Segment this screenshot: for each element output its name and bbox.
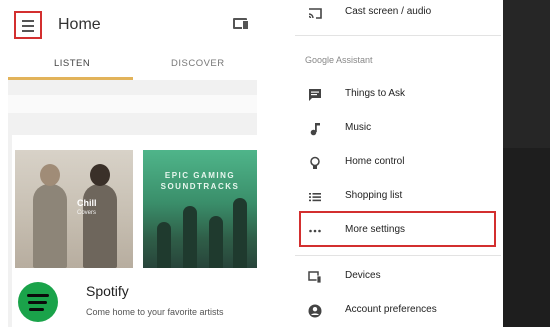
divider xyxy=(295,255,501,256)
music-note-icon xyxy=(310,123,320,136)
devices-icon xyxy=(308,271,322,284)
drawer-item-label: Music xyxy=(345,122,372,133)
drawer-item-account-preferences[interactable]: Account preferences xyxy=(295,298,501,324)
tab-discover[interactable]: DISCOVER xyxy=(171,58,225,69)
tab-indicator xyxy=(8,77,133,80)
drawer-item-devices[interactable]: Devices xyxy=(295,264,501,290)
service-name: Spotify xyxy=(86,283,129,299)
drawer-item-things-to-ask[interactable]: Things to Ask xyxy=(295,82,501,108)
service-description: Come home to your favorite artists xyxy=(86,307,224,317)
tree-silhouette xyxy=(183,206,197,268)
drawer-item-label: Shopping list xyxy=(345,190,403,201)
devices-icon[interactable] xyxy=(233,18,249,30)
tab-listen[interactable]: LISTEN xyxy=(54,58,90,69)
drawer-item-cast-screen[interactable]: Cast screen / audio xyxy=(295,0,501,26)
tree-silhouette xyxy=(157,222,171,268)
spotify-logo-icon xyxy=(18,282,58,322)
drawer-item-music[interactable]: Music xyxy=(295,116,501,142)
playlist-tile-chill[interactable]: Chill Covers xyxy=(15,150,133,268)
tree-silhouette xyxy=(233,198,247,268)
tab-bar: LISTEN DISCOVER xyxy=(8,52,257,80)
drawer-item-label: Account preferences xyxy=(345,304,437,315)
account-circle-icon xyxy=(308,304,322,318)
list-icon xyxy=(309,193,321,202)
page-title: Home xyxy=(58,16,101,33)
cast-icon xyxy=(308,8,322,19)
divider xyxy=(295,35,501,36)
navigation-drawer: Cast screen / audio Google Assistant Thi… xyxy=(295,0,503,327)
menu-button[interactable] xyxy=(14,11,42,39)
drawer-item-shopping-list[interactable]: Shopping list xyxy=(295,184,501,210)
dimmed-background xyxy=(501,0,550,148)
tree-silhouette xyxy=(209,216,223,268)
chat-icon xyxy=(309,89,321,101)
divider xyxy=(8,95,257,113)
drawer-item-label: Things to Ask xyxy=(345,88,406,99)
drawer-item-label: Home control xyxy=(345,156,405,167)
app-bar: Home xyxy=(8,0,257,52)
drawer-item-home-control[interactable]: Home control xyxy=(295,150,501,176)
drawer-item-label: Cast screen / audio xyxy=(345,6,432,17)
highlight-box xyxy=(299,211,496,247)
lightbulb-icon xyxy=(310,156,320,169)
drawer-item-label: Devices xyxy=(345,270,381,281)
playlist-tile-epic-gaming[interactable]: EPIC GAMING SOUNDTRACKS xyxy=(143,150,257,268)
section-header: Google Assistant xyxy=(305,55,373,65)
playlist-title: Chill xyxy=(77,198,97,208)
artist-figure xyxy=(83,164,117,268)
playlist-title: EPIC GAMING SOUNDTRACKS xyxy=(160,171,240,191)
artist-figure xyxy=(33,164,67,268)
playlist-subtitle: Covers xyxy=(77,210,97,216)
hamburger-menu-icon xyxy=(22,20,34,22)
